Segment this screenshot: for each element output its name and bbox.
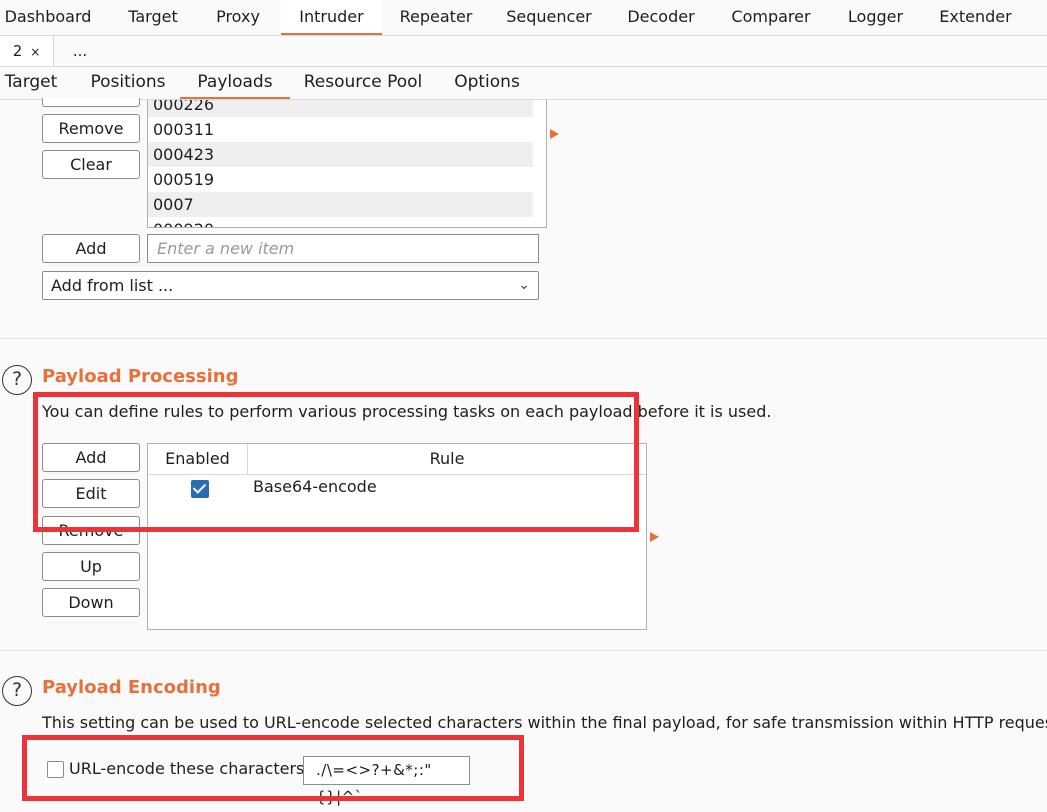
highlight-box [33, 392, 639, 532]
list-item[interactable]: 000311 [148, 117, 533, 142]
tab-options[interactable]: Options [446, 67, 528, 99]
clear-button[interactable]: Clear [42, 150, 140, 179]
section-divider [0, 650, 1047, 651]
tab-proxy[interactable]: Proxy [204, 0, 272, 35]
section-divider [0, 338, 1047, 339]
tab-intruder[interactable]: Intruder [281, 0, 382, 35]
attack-tab-bar: 2 × ... [0, 36, 1047, 67]
payload-processing-title: Payload Processing [42, 366, 239, 387]
tab-resource-pool[interactable]: Resource Pool [300, 67, 426, 99]
help-icon[interactable]: ? [2, 365, 32, 395]
top-tab-bar: Dashboard Target Proxy Intruder Repeater… [0, 0, 1047, 36]
tab-extender[interactable]: Extender [931, 0, 1020, 35]
tab-target-config[interactable]: Target [0, 67, 62, 99]
list-item[interactable]: 000519 [148, 167, 533, 192]
list-item[interactable]: 0007 [148, 192, 533, 217]
help-icon[interactable]: ? [2, 676, 32, 706]
payload-encoding-title: Payload Encoding [42, 677, 221, 698]
new-item-input[interactable]: Enter a new item [147, 234, 539, 263]
tab-positions[interactable]: Positions [85, 67, 171, 99]
move-up-button[interactable]: Up [42, 552, 140, 581]
tab-target[interactable]: Target [116, 0, 190, 35]
add-from-list-label: Add from list ... [51, 276, 174, 295]
tab-decoder[interactable]: Decoder [618, 0, 704, 35]
list-item[interactable]: 000920 [148, 217, 533, 227]
tab-dashboard[interactable]: Dashboard [0, 0, 96, 35]
expand-arrow-icon[interactable] [550, 129, 559, 139]
list-item[interactable]: 000423 [148, 142, 533, 167]
move-down-button[interactable]: Down [42, 588, 140, 617]
add-from-list-select[interactable]: Add from list ... ⌄ [42, 271, 539, 300]
tab-sequencer[interactable]: Sequencer [498, 0, 600, 35]
tab-repeater[interactable]: Repeater [392, 0, 480, 35]
highlight-box [22, 735, 524, 801]
attack-tab-label: 2 [12, 42, 23, 60]
paste-button-partial[interactable] [42, 98, 140, 107]
chevron-down-icon: ⌄ [518, 277, 530, 293]
tab-payloads[interactable]: Payloads [180, 67, 290, 99]
tab-logger[interactable]: Logger [838, 0, 913, 35]
remove-button[interactable]: Remove [42, 114, 140, 143]
expand-arrow-icon[interactable] [650, 532, 659, 542]
tab-comparer[interactable]: Comparer [722, 0, 820, 35]
payload-encoding-description: This setting can be used to URL-encode s… [42, 713, 1047, 732]
add-item-button[interactable]: Add [42, 234, 140, 263]
intruder-panel-tabs: Target Positions Payloads Resource Pool … [0, 67, 1047, 100]
attack-tab-2[interactable]: 2 × [0, 36, 54, 66]
list-item[interactable]: 000226 [148, 100, 533, 117]
close-icon[interactable]: × [30, 45, 40, 59]
payload-list[interactable]: 000226 000311 000423 000519 0007 000920 [147, 100, 547, 228]
new-tab-button[interactable]: ... [60, 36, 100, 66]
